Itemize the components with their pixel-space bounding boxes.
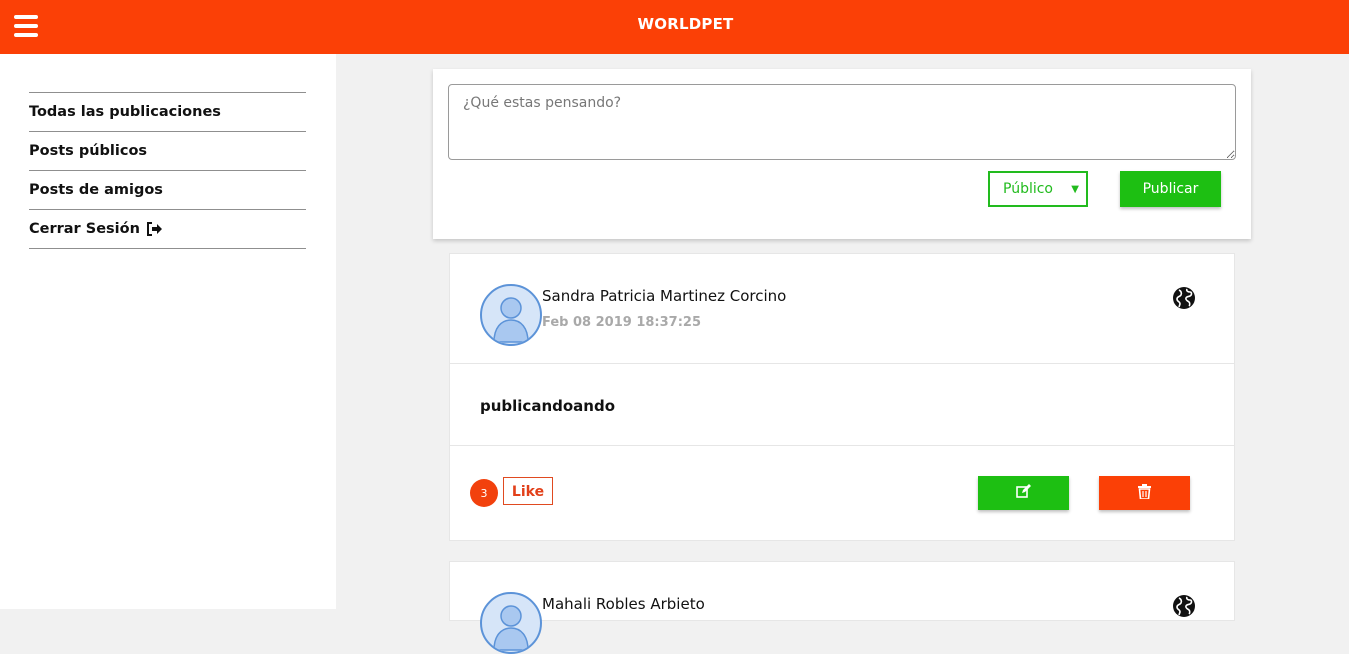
sign-out-icon [146, 222, 162, 236]
sidebar-item-label: Posts de amigos [29, 182, 163, 198]
post-card: Mahali Robles Arbieto [449, 561, 1235, 654]
sidebar-nav: Todas las publicaciones Posts públicos P… [29, 92, 306, 249]
sidebar-item-public-posts[interactable]: Posts públicos [29, 132, 306, 171]
post-text-input[interactable] [448, 84, 1236, 160]
divider [450, 363, 1234, 364]
edit-icon [1015, 483, 1032, 503]
sidebar-item-label: Todas las publicaciones [29, 104, 221, 120]
privacy-selected-value: Público [1003, 181, 1053, 197]
like-count-badge: 3 [470, 479, 498, 507]
sidebar-item-label: Posts públicos [29, 143, 148, 159]
delete-post-button[interactable] [1099, 476, 1190, 510]
chevron-down-icon: ▼ [1071, 184, 1079, 195]
avatar [480, 592, 542, 654]
publish-button[interactable]: Publicar [1120, 171, 1221, 207]
like-button[interactable]: Like [503, 477, 553, 505]
sidebar: Todas las publicaciones Posts públicos P… [0, 54, 336, 609]
post-author[interactable]: Sandra Patricia Martinez Corcino [542, 287, 786, 305]
sidebar-item-all-posts[interactable]: Todas las publicaciones [29, 93, 306, 132]
post-timestamp: Feb 08 2019 18:37:25 [542, 315, 701, 330]
privacy-select[interactable]: Público ▼ [988, 171, 1088, 207]
avatar [480, 284, 542, 346]
globe-icon [1172, 594, 1196, 618]
sidebar-item-friends-posts[interactable]: Posts de amigos [29, 171, 306, 210]
post-composer: Público ▼ Publicar [433, 69, 1251, 239]
trash-icon [1138, 483, 1151, 503]
sidebar-item-label: Cerrar Sesión [29, 221, 140, 237]
post-card: Sandra Patricia Martinez Corcino Feb 08 … [449, 253, 1235, 541]
brand-logo: WORLDPET [637, 15, 734, 33]
post-author[interactable]: Mahali Robles Arbieto [542, 595, 705, 613]
post-content: publicandoando [480, 397, 616, 415]
top-bar: WORLDPET [0, 0, 1349, 54]
globe-icon [1172, 286, 1196, 310]
sidebar-item-logout[interactable]: Cerrar Sesión [29, 210, 306, 249]
divider [450, 445, 1234, 446]
edit-post-button[interactable] [978, 476, 1069, 510]
